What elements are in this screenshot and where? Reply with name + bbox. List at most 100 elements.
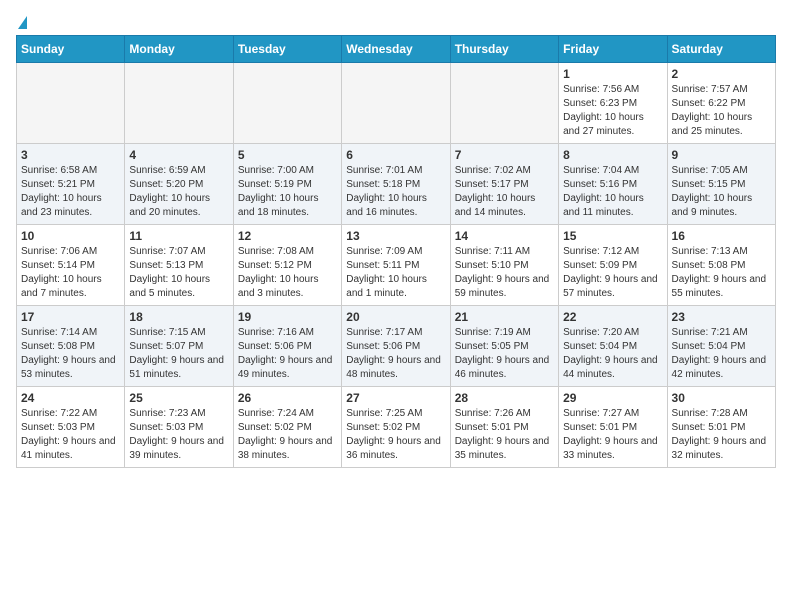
day-number: 1: [563, 67, 662, 81]
day-info: Sunrise: 7:57 AM Sunset: 6:22 PM Dayligh…: [672, 83, 771, 139]
day-number: 28: [455, 391, 554, 405]
day-info: Sunrise: 7:12 AM Sunset: 5:09 PM Dayligh…: [563, 245, 662, 301]
day-number: 3: [21, 148, 120, 162]
day-info: Sunrise: 7:24 AM Sunset: 5:02 PM Dayligh…: [238, 407, 337, 463]
calendar-cell: 14 Sunrise: 7:11 AM Sunset: 5:10 PM Dayli…: [450, 225, 558, 306]
calendar-cell: 3 Sunrise: 6:58 AM Sunset: 5:21 PM Daylig…: [17, 144, 125, 225]
page-header: [16, 16, 776, 27]
day-header-monday: Monday: [125, 36, 233, 63]
day-number: 10: [21, 229, 120, 243]
calendar-cell: 21 Sunrise: 7:19 AM Sunset: 5:05 PM Dayli…: [450, 306, 558, 387]
day-number: 7: [455, 148, 554, 162]
day-number: 16: [672, 229, 771, 243]
calendar-cell: 24Sunrise: 7:22 AM Sunset: 5:03 PM Dayli…: [17, 387, 125, 468]
day-info: Sunrise: 7:11 AM Sunset: 5:10 PM Dayligh…: [455, 245, 554, 301]
day-info: Sunrise: 7:26 AM Sunset: 5:01 PM Dayligh…: [455, 407, 554, 463]
calendar-cell: 2 Sunrise: 7:57 AM Sunset: 6:22 PM Daylig…: [667, 63, 775, 144]
calendar-week-row: 17 Sunrise: 7:14 AM Sunset: 5:08 PM Dayli…: [17, 306, 776, 387]
day-info: Sunrise: 7:13 AM Sunset: 5:08 PM Dayligh…: [672, 245, 771, 301]
day-info: Sunrise: 7:15 AM Sunset: 5:07 PM Dayligh…: [129, 326, 228, 382]
day-header-sunday: Sunday: [17, 36, 125, 63]
logo-triangle-icon: [18, 16, 27, 29]
day-info: Sunrise: 7:00 AM Sunset: 5:19 PM Dayligh…: [238, 164, 337, 220]
day-number: 6: [346, 148, 445, 162]
day-info: Sunrise: 7:06 AM Sunset: 5:14 PM Dayligh…: [21, 245, 120, 301]
calendar-week-row: 24Sunrise: 7:22 AM Sunset: 5:03 PM Dayli…: [17, 387, 776, 468]
day-number: 19: [238, 310, 337, 324]
calendar-cell: 13 Sunrise: 7:09 AM Sunset: 5:11 PM Dayli…: [342, 225, 450, 306]
calendar-cell: [450, 63, 558, 144]
calendar-cell: 15 Sunrise: 7:12 AM Sunset: 5:09 PM Dayli…: [559, 225, 667, 306]
calendar-header-row: SundayMondayTuesdayWednesdayThursdayFrid…: [17, 36, 776, 63]
day-number: 18: [129, 310, 228, 324]
day-info: Sunrise: 7:56 AM Sunset: 6:23 PM Dayligh…: [563, 83, 662, 139]
day-number: 22: [563, 310, 662, 324]
day-header-thursday: Thursday: [450, 36, 558, 63]
day-info: Sunrise: 7:02 AM Sunset: 5:17 PM Dayligh…: [455, 164, 554, 220]
calendar-cell: 12 Sunrise: 7:08 AM Sunset: 5:12 PM Dayli…: [233, 225, 341, 306]
calendar-cell: 18 Sunrise: 7:15 AM Sunset: 5:07 PM Dayli…: [125, 306, 233, 387]
day-number: 21: [455, 310, 554, 324]
calendar-cell: 28 Sunrise: 7:26 AM Sunset: 5:01 PM Dayli…: [450, 387, 558, 468]
day-info: Sunrise: 7:16 AM Sunset: 5:06 PM Dayligh…: [238, 326, 337, 382]
day-number: 9: [672, 148, 771, 162]
calendar-week-row: 1 Sunrise: 7:56 AM Sunset: 6:23 PM Daylig…: [17, 63, 776, 144]
day-number: 2: [672, 67, 771, 81]
day-number: 12: [238, 229, 337, 243]
calendar-cell: 10 Sunrise: 7:06 AM Sunset: 5:14 PM Dayli…: [17, 225, 125, 306]
day-info: Sunrise: 7:08 AM Sunset: 5:12 PM Dayligh…: [238, 245, 337, 301]
calendar-cell: 29 Sunrise: 7:27 AM Sunset: 5:01 PM Dayli…: [559, 387, 667, 468]
day-number: 23: [672, 310, 771, 324]
calendar-cell: 27 Sunrise: 7:25 AM Sunset: 5:02 PM Dayli…: [342, 387, 450, 468]
day-number: 17: [21, 310, 120, 324]
calendar-cell: [17, 63, 125, 144]
calendar-table: SundayMondayTuesdayWednesdayThursdayFrid…: [16, 35, 776, 468]
day-number: 4: [129, 148, 228, 162]
day-info: Sunrise: 7:22 AM Sunset: 5:03 PM Dayligh…: [21, 407, 120, 463]
calendar-cell: 9Sunrise: 7:05 AM Sunset: 5:15 PM Daylig…: [667, 144, 775, 225]
day-info: Sunrise: 7:01 AM Sunset: 5:18 PM Dayligh…: [346, 164, 445, 220]
calendar-cell: [342, 63, 450, 144]
calendar-cell: 19 Sunrise: 7:16 AM Sunset: 5:06 PM Dayli…: [233, 306, 341, 387]
calendar-cell: [233, 63, 341, 144]
calendar-cell: [125, 63, 233, 144]
calendar-cell: 26 Sunrise: 7:24 AM Sunset: 5:02 PM Dayli…: [233, 387, 341, 468]
day-info: Sunrise: 7:04 AM Sunset: 5:16 PM Dayligh…: [563, 164, 662, 220]
calendar-week-row: 10 Sunrise: 7:06 AM Sunset: 5:14 PM Dayli…: [17, 225, 776, 306]
day-info: Sunrise: 7:14 AM Sunset: 5:08 PM Dayligh…: [21, 326, 120, 382]
day-number: 15: [563, 229, 662, 243]
day-number: 29: [563, 391, 662, 405]
day-info: Sunrise: 6:58 AM Sunset: 5:21 PM Dayligh…: [21, 164, 120, 220]
day-number: 13: [346, 229, 445, 243]
day-number: 26: [238, 391, 337, 405]
calendar-cell: 5 Sunrise: 7:00 AM Sunset: 5:19 PM Daylig…: [233, 144, 341, 225]
day-info: Sunrise: 7:20 AM Sunset: 5:04 PM Dayligh…: [563, 326, 662, 382]
day-number: 14: [455, 229, 554, 243]
day-info: Sunrise: 7:09 AM Sunset: 5:11 PM Dayligh…: [346, 245, 445, 301]
day-info: Sunrise: 7:19 AM Sunset: 5:05 PM Dayligh…: [455, 326, 554, 382]
day-number: 5: [238, 148, 337, 162]
day-info: Sunrise: 7:07 AM Sunset: 5:13 PM Dayligh…: [129, 245, 228, 301]
day-number: 20: [346, 310, 445, 324]
calendar-cell: 4Sunrise: 6:59 AM Sunset: 5:20 PM Daylig…: [125, 144, 233, 225]
day-number: 27: [346, 391, 445, 405]
day-info: Sunrise: 7:21 AM Sunset: 5:04 PM Dayligh…: [672, 326, 771, 382]
day-number: 11: [129, 229, 228, 243]
calendar-cell: 7 Sunrise: 7:02 AM Sunset: 5:17 PM Daylig…: [450, 144, 558, 225]
day-number: 25: [129, 391, 228, 405]
calendar-cell: 11 Sunrise: 7:07 AM Sunset: 5:13 PM Dayli…: [125, 225, 233, 306]
calendar-cell: 8 Sunrise: 7:04 AM Sunset: 5:16 PM Daylig…: [559, 144, 667, 225]
calendar-cell: 17 Sunrise: 7:14 AM Sunset: 5:08 PM Dayli…: [17, 306, 125, 387]
calendar-week-row: 3 Sunrise: 6:58 AM Sunset: 5:21 PM Daylig…: [17, 144, 776, 225]
day-header-friday: Friday: [559, 36, 667, 63]
day-header-saturday: Saturday: [667, 36, 775, 63]
day-info: Sunrise: 7:25 AM Sunset: 5:02 PM Dayligh…: [346, 407, 445, 463]
calendar-cell: 22 Sunrise: 7:20 AM Sunset: 5:04 PM Dayli…: [559, 306, 667, 387]
day-header-tuesday: Tuesday: [233, 36, 341, 63]
day-info: Sunrise: 7:23 AM Sunset: 5:03 PM Dayligh…: [129, 407, 228, 463]
logo: [16, 16, 27, 27]
day-info: Sunrise: 7:27 AM Sunset: 5:01 PM Dayligh…: [563, 407, 662, 463]
day-number: 8: [563, 148, 662, 162]
calendar-cell: 1 Sunrise: 7:56 AM Sunset: 6:23 PM Daylig…: [559, 63, 667, 144]
calendar-cell: 25 Sunrise: 7:23 AM Sunset: 5:03 PM Dayli…: [125, 387, 233, 468]
